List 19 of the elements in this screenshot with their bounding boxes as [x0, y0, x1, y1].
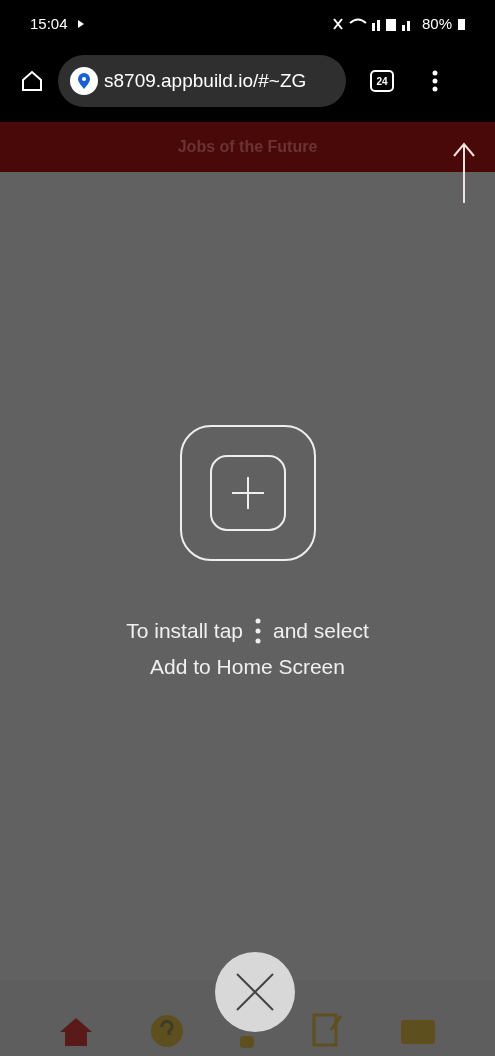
notification-icon — [75, 18, 86, 30]
address-bar[interactable]: s8709.appbuild.io/#~ZG — [58, 55, 346, 107]
close-icon — [235, 972, 275, 1012]
install-instruction: Add to Home Screen — [150, 653, 345, 680]
question-mark-icon[interactable] — [150, 1014, 185, 1048]
clock-time: 15:04 — [30, 13, 68, 34]
document-icon[interactable] — [310, 1012, 343, 1048]
tab-count[interactable]: 24 — [370, 70, 394, 92]
add-to-home-icon — [179, 425, 316, 561]
location-pin-icon — [70, 67, 98, 95]
home-icon[interactable] — [20, 69, 44, 93]
battery-icon — [458, 18, 465, 30]
url-text: s8709.appbuild.io/#~ZG — [104, 68, 307, 93]
battery-percent: 80% — [421, 13, 452, 34]
more-options-icon[interactable] — [432, 70, 438, 92]
more-options-icon — [255, 617, 261, 644]
install-instruction: and select — [273, 618, 369, 644]
install-instruction: To install tap — [126, 618, 243, 644]
up-arrow-icon — [452, 142, 476, 204]
